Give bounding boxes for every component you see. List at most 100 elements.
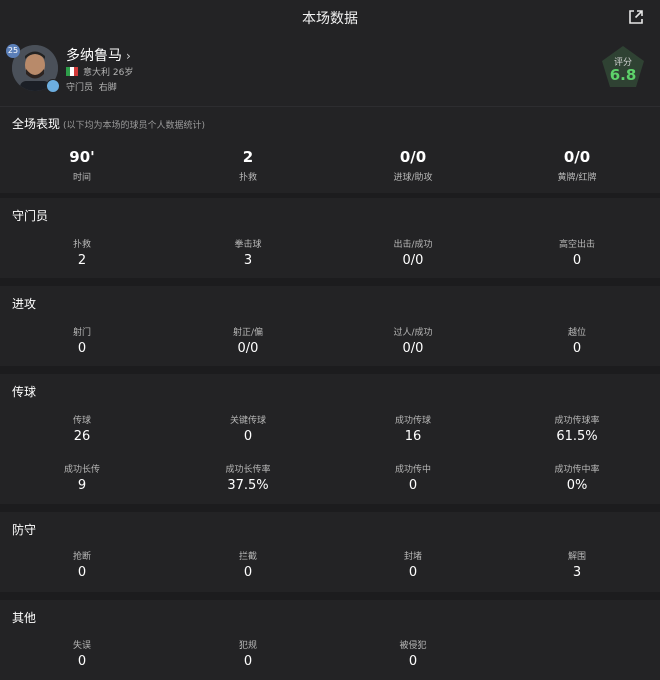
stat-cell: 拳击球 3 [178,237,318,268]
stat-label: 拳击球 [234,240,262,250]
stat-cell: 犯规 0 [178,638,318,669]
stat-cell: 传球 26 [12,413,152,444]
stat-cell: 高空出击 0 [507,237,647,268]
stat-value: 0/0 [402,341,424,356]
stat-label: 过人/成功 [393,328,433,338]
stat-value: 16 [404,429,422,444]
stat-label: 成功传球率 [554,416,600,426]
stat-value: 37.5% [227,478,269,493]
top-bar: 本场数据 [0,0,660,34]
overall-title: 全场表现 (以下均为本场的球员个人数据统计) [12,115,205,132]
player-age: 26岁 [112,68,134,78]
jersey-number-badge: 25 [6,44,20,58]
italy-flag-icon [66,67,78,76]
stat-label: 出击/成功 [393,240,433,250]
stat-label: 成功传中率 [554,465,600,475]
stat-value: 0 [572,253,582,268]
stat-cell: 成功传球率 61.5% [507,413,647,444]
overall-stat-saves: 2 扑救 [178,148,318,183]
stat-cell: 关键传球 0 [178,413,318,444]
stat-label: 射门 [72,328,91,338]
stat-label: 关键传球 [229,416,266,426]
stat-cell: 解围 3 [507,549,647,580]
overall-section: 全场表现 (以下均为本场的球员个人数据统计) 90' 时间 2 扑救 0/0 进球… [0,106,660,193]
stat-label: 扑救 [72,240,91,250]
overall-stat-cards: 0/0 黄牌/红牌 [507,148,647,183]
other-section: 其他 失误 0 犯规 0 被侵犯 0 [0,600,660,680]
stat-value: 0/0 [402,253,424,268]
club-badge-icon [46,79,60,93]
stat-label: 扑救 [238,173,257,183]
stat-cell: 失误 0 [12,638,152,669]
section-title: 防守 [12,523,37,537]
section-title: 守门员 [12,209,49,223]
stat-label: 射正/偏 [232,328,264,338]
stat-cell: 越位 0 [507,325,647,356]
stat-label: 拦截 [238,552,257,562]
player-header[interactable]: 25 多纳鲁马 › 意大利 26岁 守门员 右脚 评分 6.8 [0,34,660,106]
stat-label: 封堵 [403,552,422,562]
attack-section: 进攻 射门 0 射正/偏 0/0 过人/成功 0/0 越位 0 [0,286,660,366]
rating-value: 6.8 [609,66,637,84]
stat-value: 61.5% [556,429,598,444]
stat-label: 传球 [72,416,91,426]
rating-badge: 评分 6.8 [600,44,646,90]
stat-value: 0 [77,341,87,356]
stat-label: 黄牌/红牌 [557,173,597,183]
stat-label: 高空出击 [558,240,595,250]
stat-value: 0 [77,654,87,669]
stat-cell: 抢断 0 [12,549,152,580]
stat-value: 2 [242,148,254,166]
stat-label: 成功长传 [63,465,100,475]
player-role-row: 守门员 右脚 [66,80,117,93]
stat-label: 成功传球 [394,416,431,426]
overall-stat-goals-assists: 0/0 进球/助攻 [343,148,483,183]
player-name-link[interactable]: 多纳鲁马 › [66,45,131,65]
stat-cell: 扑救 2 [12,237,152,268]
stat-label: 被侵犯 [399,641,427,651]
goalkeeping-section: 守门员 扑救 2 拳击球 3 出击/成功 0/0 高空出击 0 [0,198,660,278]
overall-stat-time: 90' 时间 [12,148,152,183]
stat-value: 0% [566,478,588,493]
stat-cell: 出击/成功 0/0 [343,237,483,268]
stat-value: 0 [408,478,418,493]
stat-value: 0 [408,654,418,669]
stat-cell: 成功传中 0 [343,462,483,493]
stat-label: 成功传中 [394,465,431,475]
player-nationality-row: 意大利 26岁 [66,65,133,78]
page-title: 本场数据 [302,11,358,27]
stat-cell: 射正/偏 0/0 [178,325,318,356]
player-foot: 右脚 [98,83,117,93]
section-title: 传球 [12,385,37,399]
stat-value: 0 [77,565,87,580]
stat-cell: 成功长传 9 [12,462,152,493]
stat-cell: 拦截 0 [178,549,318,580]
stat-cell: 成功传球 16 [343,413,483,444]
stat-cell: 射门 0 [12,325,152,356]
stat-label: 时间 [72,173,91,183]
stat-label: 失误 [72,641,91,651]
stat-value: 0 [243,565,253,580]
stat-cell: 封堵 0 [343,549,483,580]
stat-value: 0/0 [563,148,591,166]
overall-heading: 全场表现 [12,117,61,131]
stat-value: 3 [243,253,253,268]
player-country: 意大利 [83,68,111,78]
stat-value: 90' [69,148,95,166]
chevron-right-icon: › [126,49,131,63]
stat-cell: 成功长传率 37.5% [178,462,318,493]
stat-value: 0 [572,341,582,356]
stat-value: 0 [408,565,418,580]
overall-note: (以下均为本场的球员个人数据统计) [63,121,206,131]
stat-value: 0/0 [399,148,427,166]
section-title: 进攻 [12,297,37,311]
stat-label: 抢断 [72,552,91,562]
share-icon[interactable] [628,9,644,25]
defense-section: 防守 抢断 0 拦截 0 封堵 0 解围 3 [0,512,660,592]
stat-cell: 成功传中率 0% [507,462,647,493]
stat-value: 2 [77,253,87,268]
stat-value: 0 [243,654,253,669]
stat-value: 3 [572,565,582,580]
stat-cell: 过人/成功 0/0 [343,325,483,356]
section-title: 其他 [12,611,37,625]
